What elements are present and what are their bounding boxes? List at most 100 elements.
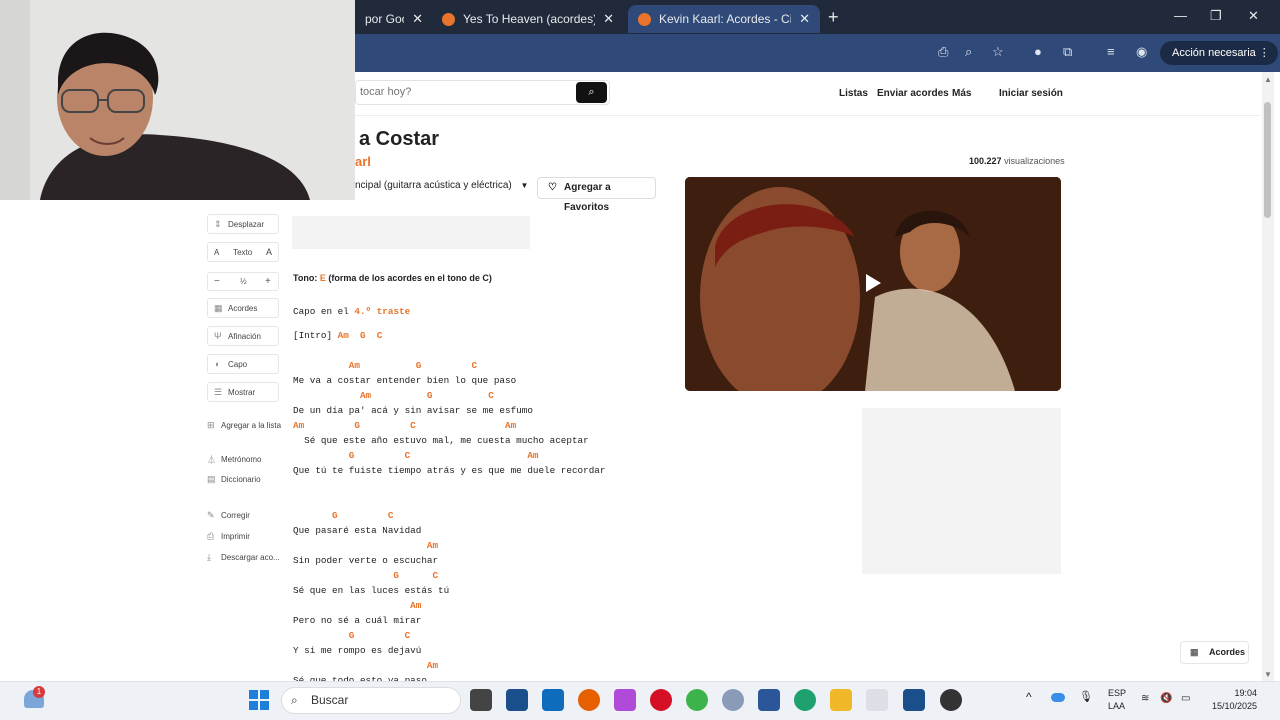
capo-tool[interactable]: ◖ Capo	[207, 354, 279, 374]
windows-start-icon[interactable]	[249, 690, 269, 710]
tab-google[interactable]: por Goo ✕	[355, 5, 433, 33]
metronome-link[interactable]: ⏃ Metrónomo	[207, 453, 261, 466]
onedrive-icon[interactable]	[1051, 693, 1065, 702]
add-favorite-button[interactable]: ♡ Agregar a Favoritos	[537, 177, 656, 213]
lyric-line: Me va a costar entender bien lo que paso	[293, 375, 517, 386]
favorite-label: Agregar a Favoritos	[564, 182, 611, 213]
close-window-button[interactable]: ✕	[1248, 8, 1259, 24]
microphone-icon[interactable]: ●	[1034, 44, 1042, 59]
clock[interactable]: 19:04 15/10/2025	[1207, 688, 1257, 711]
chord-line[interactable]: Am	[293, 660, 438, 671]
chrome-icon[interactable]	[866, 689, 888, 711]
menu-dots-icon[interactable]: ⋮	[1259, 41, 1270, 65]
play-button-icon[interactable]	[866, 274, 881, 292]
app-icon[interactable]	[506, 689, 528, 711]
media-queue-icon[interactable]: ≡	[1107, 44, 1115, 59]
chord-line[interactable]: G C	[293, 630, 410, 641]
chord-line[interactable]: Am	[293, 600, 421, 611]
action-needed-button[interactable]: Acción necesaria ⋮	[1160, 41, 1278, 65]
correct-link[interactable]: ✎ Corregir	[207, 510, 250, 521]
chord-line[interactable]: G C	[293, 570, 438, 581]
site-search-input[interactable]	[360, 86, 560, 98]
scroll-down-arrow-icon[interactable]: ▼	[1264, 670, 1272, 679]
scrollbar-thumb[interactable]	[1264, 102, 1271, 218]
taskbar-search[interactable]: ⌕ Buscar	[281, 687, 461, 714]
tab-kevin-kaarl[interactable]: Kevin Kaarl: Acordes - Cifra Club ✕	[628, 5, 820, 33]
key-label: Tono:	[293, 273, 318, 283]
chord-line[interactable]: Am G C	[293, 390, 494, 401]
install-app-icon[interactable]: ⎙	[938, 44, 948, 60]
app-ring-icon[interactable]	[686, 689, 708, 711]
key-value[interactable]: E	[320, 273, 326, 283]
show-tool[interactable]: ☰ Mostrar	[207, 382, 279, 402]
tuning-tool[interactable]: Ψ Afinación	[207, 326, 279, 346]
microphone-icon[interactable]: 🎙	[1079, 690, 1093, 703]
metronome-icon: ⏃	[207, 455, 217, 465]
app-r-icon[interactable]	[722, 689, 744, 711]
close-tab-icon[interactable]: ✕	[603, 11, 614, 27]
start-tile	[249, 701, 258, 710]
search-button[interactable]: ⌕	[576, 82, 607, 103]
scroll-up-arrow-icon[interactable]: ▲	[1264, 75, 1272, 84]
print-link[interactable]: ⎙ Imprimir	[207, 531, 250, 542]
outlook-icon[interactable]	[542, 689, 564, 711]
site-search-box[interactable]	[355, 80, 610, 105]
tray-overflow-icon[interactable]: ^	[1026, 690, 1032, 704]
close-tab-icon[interactable]: ✕	[412, 11, 423, 27]
text-size-tool[interactable]: A Texto A	[207, 242, 279, 262]
chord-line[interactable]: G C Am	[293, 450, 539, 461]
start-tile	[260, 701, 269, 710]
battery-icon[interactable]: ▭	[1181, 693, 1190, 704]
profile-avatar-icon[interactable]: ◉	[1136, 44, 1147, 60]
download-chords-link[interactable]: ⤓ Descargar aco...	[207, 552, 280, 563]
minimize-button[interactable]: —	[1174, 8, 1187, 23]
minus-button[interactable]: −	[214, 276, 220, 287]
nav-enviar-acordes[interactable]: Enviar acordes	[877, 88, 949, 99]
list-icon: ☰	[214, 386, 223, 397]
tab-yes-to-heaven[interactable]: Yes To Heaven (acordes) - Lana ✕	[432, 5, 624, 33]
nav-mas[interactable]: Más	[952, 88, 971, 99]
firefox-icon[interactable]	[578, 689, 600, 711]
chords-tool[interactable]: ▦ Acordes	[207, 298, 279, 318]
file-explorer-icon[interactable]	[830, 689, 852, 711]
capo-value: 4.º traste	[354, 306, 411, 317]
extensions-icon[interactable]: ⧉	[1063, 44, 1072, 60]
opera-icon[interactable]	[650, 689, 672, 711]
language-indicator[interactable]: ESP LAA	[1108, 688, 1126, 711]
close-tab-icon[interactable]: ✕	[799, 11, 810, 27]
transpose-stepper[interactable]: − ½ +	[207, 272, 279, 291]
zoom-icon[interactable]: ⌕	[965, 44, 972, 60]
lyric-line: Sin poder verte o escuchar	[293, 555, 439, 566]
floating-chords-button[interactable]: ▦ Acordes	[1180, 641, 1249, 664]
wifi-icon[interactable]: ≋	[1141, 693, 1149, 704]
text-larger-button[interactable]: A	[266, 247, 272, 257]
speaker-muted-icon[interactable]: 🔇	[1160, 693, 1172, 704]
views-counter: 100.227 visualizaciones	[969, 156, 1065, 166]
dictionary-link[interactable]: ▤ Diccionario	[207, 474, 261, 485]
nav-iniciar-sesion[interactable]: Iniciar sesión	[999, 88, 1063, 99]
chord-line[interactable]: Am G C Am	[293, 420, 516, 431]
version-selector[interactable]: ncipal (guitarra acústica y eléctrica) ▼	[355, 180, 528, 191]
task-view-icon[interactable]	[470, 689, 492, 711]
word-icon[interactable]	[758, 689, 780, 711]
chord-line[interactable]: Am G C	[293, 360, 477, 371]
bookmark-star-icon[interactable]: ☆	[992, 44, 1004, 60]
app-record-icon[interactable]	[940, 689, 962, 711]
new-tab-button[interactable]: +	[828, 7, 839, 28]
print-label: Imprimir	[221, 532, 250, 541]
edge-icon[interactable]	[794, 689, 816, 711]
scroll-tool[interactable]: ⇕ Desplazar	[207, 214, 279, 234]
plus-button[interactable]: +	[265, 276, 271, 287]
chord-line[interactable]: G C	[293, 510, 393, 521]
restore-button[interactable]: ❐	[1210, 8, 1222, 24]
chevron-down-icon: ▼	[520, 181, 529, 190]
nav-listas[interactable]: Listas	[839, 88, 868, 99]
text-smaller-button[interactable]: A	[214, 248, 219, 257]
app-icon[interactable]	[903, 689, 925, 711]
chord-line[interactable]: Am	[293, 540, 438, 551]
intro-chords[interactable]: Am G C	[338, 330, 383, 341]
artist-link[interactable]: arl	[355, 154, 371, 169]
add-to-list-link[interactable]: ⊞ Agregar a la lista	[207, 420, 281, 431]
copilot-icon[interactable]	[614, 689, 636, 711]
chords-label: Acordes	[228, 303, 258, 313]
